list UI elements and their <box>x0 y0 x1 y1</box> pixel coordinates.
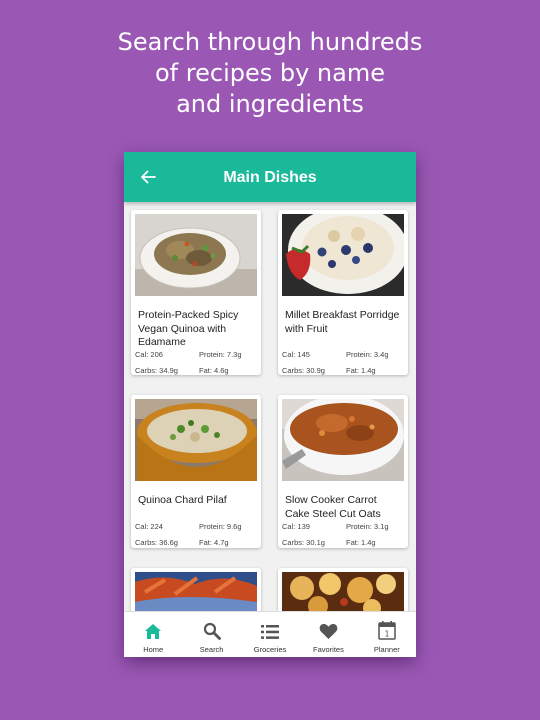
recipe-card[interactable]: Protein-Packed Spicy Vegan Quinoa with E… <box>131 210 261 375</box>
heart-icon <box>319 623 338 639</box>
protein-value: Protein: 7.3g <box>199 350 242 359</box>
recipe-photo <box>135 214 257 296</box>
nav-item-favorites[interactable]: Favorites <box>299 612 357 657</box>
recipe-photo <box>282 399 404 481</box>
recipe-card[interactable]: Quinoa Chard Pilaf Cal: 224 Protein: 9.6… <box>131 395 261 548</box>
nav-label-planner: Planner <box>373 645 400 654</box>
recipe-card[interactable]: Slow Cooker Carrot Cake Steel Cut Oats C… <box>278 395 408 548</box>
recipe-card[interactable] <box>131 568 261 611</box>
calories-value: Cal: 139 <box>282 522 310 531</box>
recipe-card[interactable]: Millet Breakfast Porridge with Fruit Cal… <box>278 210 408 375</box>
calendar-day: 1 <box>384 630 389 639</box>
bottom-navigation: Home Search Groceries Favorites 1 Planne… <box>124 611 416 657</box>
protein-value: Protein: 3.1g <box>346 522 389 531</box>
nav-item-search[interactable]: Search <box>182 612 240 657</box>
phone-screen: Main Dishes Protein-Packed Spicy Vegan Q… <box>124 152 416 657</box>
calories-value: Cal: 206 <box>135 350 163 359</box>
promo-line-1: Search through hundreds <box>117 28 423 56</box>
carbs-value: Carbs: 30.1g <box>282 538 325 547</box>
fat-value: Fat: 1.4g <box>346 366 376 375</box>
protein-value: Protein: 3.4g <box>346 350 389 359</box>
carbs-value: Carbs: 34.9g <box>135 366 178 375</box>
recipe-title: Protein-Packed Spicy Vegan Quinoa with E… <box>138 309 239 348</box>
fat-value: Fat: 4.6g <box>199 366 229 375</box>
app-bar: Main Dishes <box>124 152 416 202</box>
recipe-photo <box>135 572 257 611</box>
list-icon <box>261 625 280 639</box>
page-title: Main Dishes <box>223 169 317 186</box>
nav-label-home: Home <box>143 645 164 654</box>
calories-value: Cal: 145 <box>282 350 310 359</box>
nav-item-planner[interactable]: 1 Planner <box>358 612 416 657</box>
nav-label-search: Search <box>199 645 224 654</box>
recipe-title: Slow Cooker Carrot Cake Steel Cut Oats <box>285 494 381 520</box>
promo-line-3: and ingredients <box>176 90 364 118</box>
protein-value: Protein: 9.6g <box>199 522 242 531</box>
fat-value: Fat: 1.4g <box>346 538 376 547</box>
recipe-grid[interactable]: Protein-Packed Spicy Vegan Quinoa with E… <box>124 202 416 611</box>
promo-line-2: of recipes by name <box>155 59 385 87</box>
carbs-value: Carbs: 30.9g <box>282 366 325 375</box>
recipe-photo <box>282 214 404 296</box>
recipe-photo <box>282 572 404 611</box>
nav-item-groceries[interactable]: Groceries <box>241 612 299 657</box>
fat-value: Fat: 4.7g <box>199 538 229 547</box>
recipe-title: Millet Breakfast Porridge with Fruit <box>285 309 400 335</box>
calendar-icon: 1 <box>378 621 396 640</box>
nav-label-favorites: Favorites <box>313 645 344 654</box>
recipe-title: Quinoa Chard Pilaf <box>138 494 227 506</box>
promo-headline: Search through hundreds of recipes by na… <box>0 27 540 120</box>
calories-value: Cal: 224 <box>135 522 163 531</box>
carbs-value: Carbs: 36.6g <box>135 538 178 547</box>
home-icon <box>145 624 162 639</box>
recipe-card[interactable] <box>278 568 408 611</box>
recipe-photo <box>135 399 257 481</box>
nav-item-home[interactable]: Home <box>124 612 182 657</box>
nav-label-groceries: Groceries <box>253 645 287 654</box>
search-icon <box>203 622 221 640</box>
